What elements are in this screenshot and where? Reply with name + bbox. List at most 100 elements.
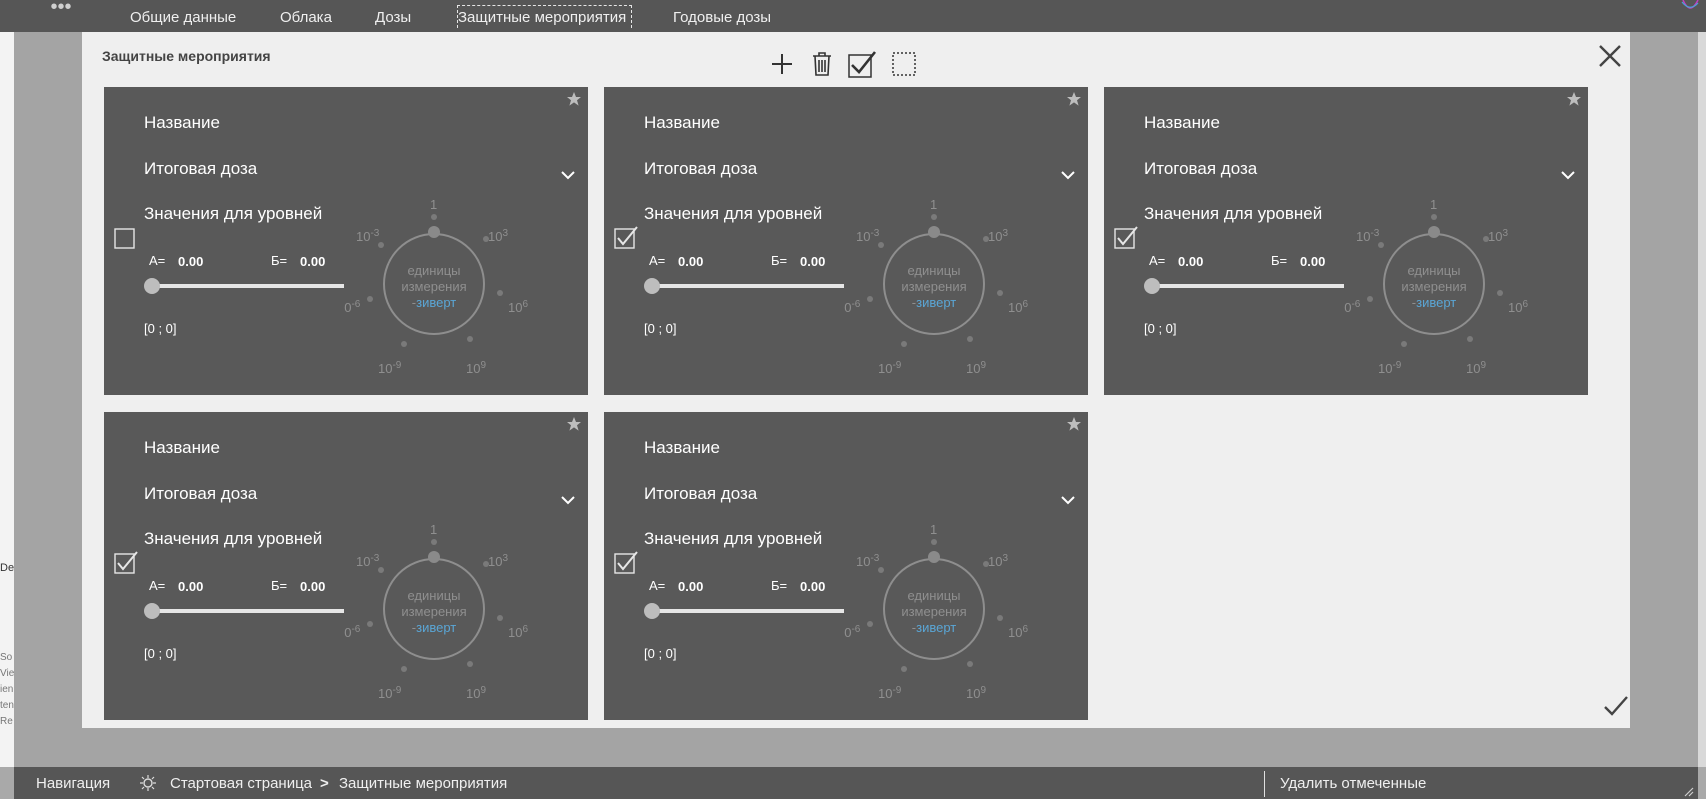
dose-select[interactable]: Итоговая доза xyxy=(1144,159,1257,179)
star-icon[interactable] xyxy=(1066,91,1082,107)
units-label: измерения xyxy=(901,279,966,294)
select-checkbox[interactable] xyxy=(114,550,138,574)
tick-label-106: 10 xyxy=(508,300,522,315)
close-icon[interactable] xyxy=(1596,42,1624,70)
tick-exponent: 6 xyxy=(522,299,528,310)
navigation-bar: Навигация Стартовая страница > Защитные … xyxy=(14,767,1698,799)
a-value[interactable]: 0.00 xyxy=(1178,254,1203,269)
level-slider[interactable] xyxy=(144,278,344,294)
svg-text:10-9: 10-9 xyxy=(378,685,402,701)
resize-grip-icon[interactable] xyxy=(1682,785,1694,797)
tab-clouds[interactable]: Облака xyxy=(280,8,332,28)
b-value[interactable]: 0.00 xyxy=(800,579,825,594)
log-scale-dial[interactable]: 1 10-3 103 10-6 106 10-9 109 единицы изм… xyxy=(1344,199,1574,395)
name-field[interactable]: Название xyxy=(644,438,720,458)
a-value[interactable]: 0.00 xyxy=(678,579,703,594)
units-value[interactable]: зиверт xyxy=(916,295,956,310)
a-value[interactable]: 0.00 xyxy=(178,254,203,269)
svg-text:10-6: 10-6 xyxy=(844,624,861,640)
slider-thumb[interactable] xyxy=(1144,278,1160,294)
name-field[interactable]: Название xyxy=(144,438,220,458)
delete-selected-button[interactable]: Удалить отмеченные xyxy=(1280,775,1426,792)
tick-label-1: 1 xyxy=(430,524,437,537)
tab-protective-measures[interactable]: Защитные мероприятия xyxy=(457,5,632,28)
name-field[interactable]: Название xyxy=(1144,113,1220,133)
dose-select[interactable]: Итоговая доза xyxy=(144,484,257,504)
checkbox-checked-icon xyxy=(848,51,877,78)
b-value[interactable]: 0.00 xyxy=(300,254,325,269)
tick-exponent: 3 xyxy=(1002,228,1008,239)
star-icon[interactable] xyxy=(566,91,582,107)
slider-thumb[interactable] xyxy=(644,603,660,619)
delete-button[interactable] xyxy=(806,48,838,80)
chevron-down-icon[interactable] xyxy=(560,494,576,506)
star-icon[interactable] xyxy=(1066,416,1082,432)
tick-exponent: 6 xyxy=(1022,624,1028,635)
select-checkbox[interactable] xyxy=(114,225,138,249)
tick-exponent: -9 xyxy=(392,360,401,371)
deselect-all-button[interactable] xyxy=(888,48,920,80)
select-checkbox[interactable] xyxy=(614,550,638,574)
select-checkbox[interactable] xyxy=(614,225,638,249)
units-label: измерения xyxy=(901,604,966,619)
svg-text:-зиверт: -зиверт xyxy=(1412,295,1457,310)
level-slider[interactable] xyxy=(644,278,844,294)
level-slider[interactable] xyxy=(644,603,844,619)
select-checkbox[interactable] xyxy=(1114,225,1138,249)
confirm-check-icon[interactable] xyxy=(1602,692,1630,720)
name-field[interactable]: Название xyxy=(144,113,220,133)
dose-select[interactable]: Итоговая доза xyxy=(144,159,257,179)
tab-general[interactable]: Общие данные xyxy=(130,8,236,28)
fragment-text: Vie xyxy=(0,668,15,679)
tick-label-109: 10 xyxy=(466,361,480,376)
tick-exponent: -6 xyxy=(1351,299,1360,310)
more-menu-button[interactable]: ••• xyxy=(48,0,74,20)
level-slider[interactable] xyxy=(144,603,344,619)
chevron-down-icon[interactable] xyxy=(1060,169,1076,181)
dose-select[interactable]: Итоговая доза xyxy=(644,484,757,504)
tick-label-10m9: 10 xyxy=(878,686,892,701)
chevron-down-icon[interactable] xyxy=(1560,169,1576,181)
units-value[interactable]: зиверт xyxy=(416,295,456,310)
app-logo-icon xyxy=(1681,0,1699,9)
breadcrumb-home[interactable]: Стартовая страница xyxy=(170,775,312,792)
b-value[interactable]: 0.00 xyxy=(1300,254,1325,269)
tab-annual-doses[interactable]: Годовые дозы xyxy=(673,8,771,28)
a-value[interactable]: 0.00 xyxy=(678,254,703,269)
b-value[interactable]: 0.00 xyxy=(800,254,825,269)
tab-doses[interactable]: Дозы xyxy=(375,8,411,28)
units-value[interactable]: зиверт xyxy=(1416,295,1456,310)
level-slider[interactable] xyxy=(1144,278,1344,294)
levels-label: Значения для уровней xyxy=(644,529,823,548)
star-icon[interactable] xyxy=(1566,91,1582,107)
nav-button[interactable]: Навигация xyxy=(36,775,110,792)
dose-select[interactable]: Итоговая доза xyxy=(644,159,757,179)
svg-text:106: 106 xyxy=(1508,299,1528,315)
tick-label-10m6: 10 xyxy=(344,300,351,315)
units-value[interactable]: зиверт xyxy=(416,620,456,635)
log-scale-dial[interactable]: 1 10-3 103 10-6 106 10-9 109 единицы изм… xyxy=(844,524,1074,720)
slider-track xyxy=(1152,284,1344,288)
b-value[interactable]: 0.00 xyxy=(300,579,325,594)
tick-label-1: 1 xyxy=(930,199,937,212)
add-button[interactable] xyxy=(766,48,798,80)
tick-exponent: -3 xyxy=(370,553,379,564)
units-label: измерения xyxy=(401,604,466,619)
slider-thumb[interactable] xyxy=(144,603,160,619)
log-scale-dial[interactable]: 1 10-3 103 10-6 106 10-9 109 единицы изм… xyxy=(844,199,1074,395)
units-value[interactable]: зиверт xyxy=(916,620,956,635)
name-field[interactable]: Название xyxy=(644,113,720,133)
chevron-down-icon[interactable] xyxy=(1060,494,1076,506)
tick-label-10m3: 10 xyxy=(856,229,870,244)
tick-exponent: -3 xyxy=(1370,228,1379,239)
svg-text:109: 109 xyxy=(466,685,486,701)
log-scale-dial[interactable]: 1 10-3 103 10-6 106 10-9 109 единицы изм… xyxy=(344,199,574,395)
select-all-button[interactable] xyxy=(846,48,878,80)
measure-card: Название Итоговая доза Значения для уров… xyxy=(104,412,588,720)
star-icon[interactable] xyxy=(566,416,582,432)
slider-thumb[interactable] xyxy=(644,278,660,294)
a-value[interactable]: 0.00 xyxy=(178,579,203,594)
log-scale-dial[interactable]: 1 10-3 103 10-6 106 10-9 109 единицы изм… xyxy=(344,524,574,720)
slider-thumb[interactable] xyxy=(144,278,160,294)
chevron-down-icon[interactable] xyxy=(560,169,576,181)
